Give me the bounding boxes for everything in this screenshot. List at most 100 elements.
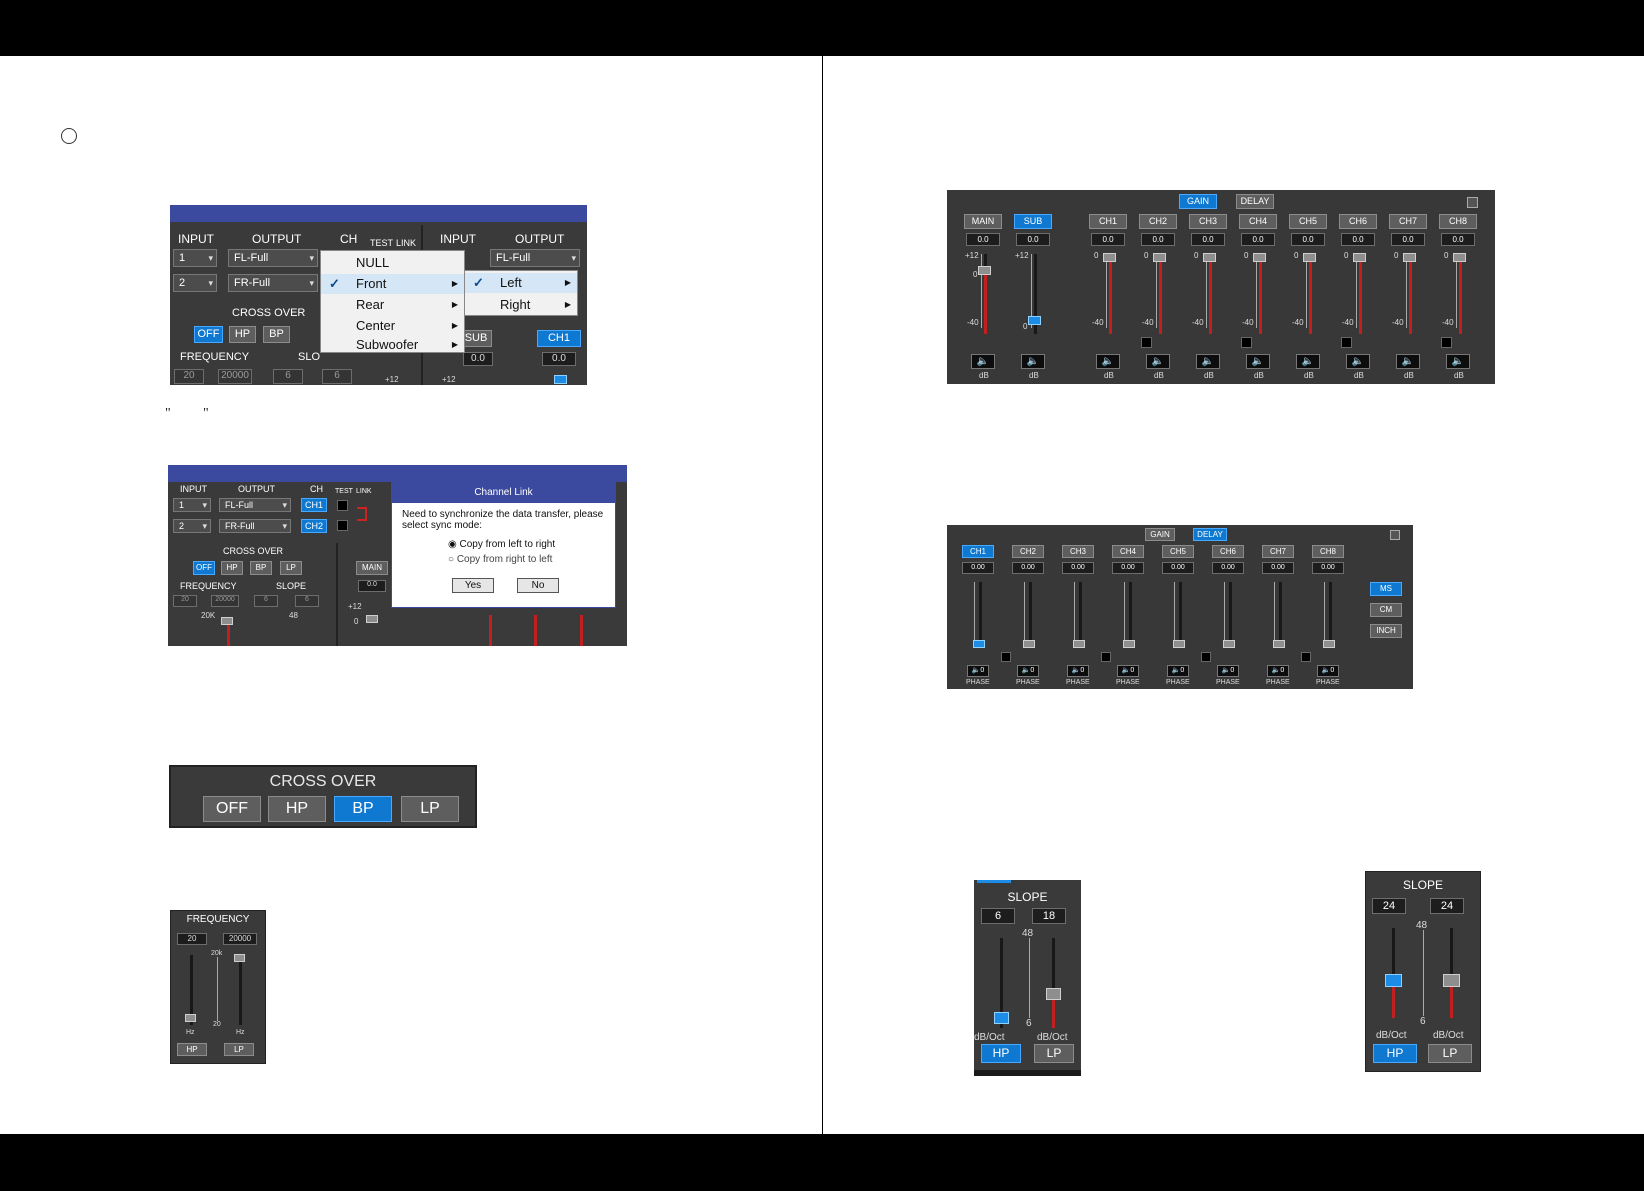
fig2-test-checkbox-2[interactable] — [337, 520, 348, 531]
speaker-icon[interactable]: 🔈 — [1296, 354, 1320, 369]
speaker-icon[interactable]: 🔈0 — [1217, 665, 1239, 677]
fig8-lp-slope-box[interactable]: 24 — [1430, 898, 1464, 914]
fig5-main-button[interactable]: MAIN — [964, 214, 1002, 229]
fig2-crossover-hp-button[interactable]: HP — [221, 561, 243, 575]
fig4-lp-button[interactable]: LP — [224, 1043, 254, 1056]
fig5-ch7-button[interactable]: CH7 — [1389, 214, 1427, 229]
fig6-link-square-3[interactable] — [1201, 652, 1211, 662]
fig5-ch2-value[interactable]: 0.0 — [1141, 233, 1175, 246]
fig5-main-value[interactable]: 0.0 — [966, 233, 1000, 246]
fig6-ch5-value[interactable]: 0.00 — [1162, 562, 1194, 574]
fig6-ch3-button[interactable]: CH3 — [1062, 545, 1094, 558]
fig1-slope-low-box[interactable]: 6 — [273, 369, 303, 384]
fig5-link-square-3[interactable] — [1341, 337, 1352, 348]
fig6-ch2-fader-thumb[interactable] — [1023, 640, 1035, 648]
speaker-icon[interactable]: 🔈 — [1021, 354, 1045, 369]
fig6-ch1-fader-track[interactable] — [979, 582, 982, 648]
fig5-sub-button[interactable]: SUB — [1014, 214, 1052, 229]
fig7-lp-button[interactable]: LP — [1034, 1044, 1074, 1063]
fig2-crossover-lp-button[interactable]: LP — [280, 561, 302, 575]
fig2-ch1-button[interactable]: CH1 — [301, 498, 327, 512]
fig1-ch1-fader-thumb[interactable] — [554, 375, 567, 384]
speaker-icon[interactable]: 🔈 — [1346, 354, 1370, 369]
fig6-ch2-fader-track[interactable] — [1029, 582, 1032, 648]
speaker-icon[interactable]: 🔈 — [1446, 354, 1470, 369]
fig8-lp-fader-thumb[interactable] — [1443, 974, 1460, 987]
fig1-freq-low-box[interactable]: 20 — [174, 369, 204, 384]
fig5-ch4-value[interactable]: 0.0 — [1241, 233, 1275, 246]
fig6-link-square-2[interactable] — [1101, 652, 1111, 662]
fig2-freq-high-box[interactable]: 20000 — [211, 595, 239, 607]
fig6-ch1-button[interactable]: CH1 — [962, 545, 994, 558]
fig5-ch1-value[interactable]: 0.0 — [1091, 233, 1125, 246]
fig1-output-select-2[interactable]: FR-Full — [228, 274, 318, 292]
menu-item-null[interactable]: NULL — [321, 253, 464, 273]
fig6-ch4-fader-track[interactable] — [1129, 582, 1132, 648]
fig6-link-square-4[interactable] — [1301, 652, 1311, 662]
radio-checked-icon[interactable]: ◉ — [448, 539, 460, 550]
fig5-ch5-value[interactable]: 0.0 — [1291, 233, 1325, 246]
speaker-icon[interactable]: 🔈0 — [1167, 665, 1189, 677]
fig6-link-square-1[interactable] — [1001, 652, 1011, 662]
fig4-low-fader-thumb[interactable] — [185, 1014, 196, 1022]
fig6-ch3-value[interactable]: 0.00 — [1062, 562, 1094, 574]
fig4-hp-button[interactable]: HP — [177, 1043, 207, 1056]
speaker-icon[interactable]: 🔈 — [1096, 354, 1120, 369]
fig7-hp-fader-thumb[interactable] — [994, 1012, 1009, 1024]
fig6-ch1-fader-thumb[interactable] — [973, 640, 985, 648]
fig6-ch2-value[interactable]: 0.00 — [1012, 562, 1044, 574]
fig6-ch3-fader-track[interactable] — [1079, 582, 1082, 648]
menu-item-front[interactable]: ✓ Front ▶ — [321, 274, 464, 294]
fig2-crossover-bp-button[interactable]: BP — [250, 561, 272, 575]
fig5-corner-square[interactable] — [1467, 197, 1478, 208]
fig8-hp-slope-box[interactable]: 24 — [1372, 898, 1406, 914]
fig6-ch4-value[interactable]: 0.00 — [1112, 562, 1144, 574]
dialog-yes-button[interactable]: Yes — [452, 578, 494, 593]
speaker-icon[interactable]: 🔈 — [971, 354, 995, 369]
fig6-delay-tab[interactable]: DELAY — [1193, 528, 1227, 541]
fig6-ch8-fader-track[interactable] — [1329, 582, 1332, 648]
fig5-ch1-button[interactable]: CH1 — [1089, 214, 1127, 229]
fig5-ch5-fader-thumb[interactable] — [1303, 253, 1316, 262]
fig4-high-freq-box[interactable]: 20000 — [223, 933, 257, 945]
menu-item-rear[interactable]: Rear ▶ — [321, 295, 464, 315]
fig3-bp-button[interactable]: BP — [334, 796, 392, 822]
fig5-ch2-fader-thumb[interactable] — [1153, 253, 1166, 262]
speaker-icon[interactable]: 🔈0 — [967, 665, 989, 677]
fig4-low-freq-box[interactable]: 20 — [177, 933, 207, 945]
fig1-ch1-value[interactable]: 0.0 — [542, 352, 576, 366]
fig2-freq-fader-thumb[interactable] — [221, 617, 233, 625]
fig5-link-square-2[interactable] — [1241, 337, 1252, 348]
fig1-freq-high-box[interactable]: 20000 — [218, 369, 252, 384]
fig2-output-select-1[interactable]: FL-Full — [219, 498, 291, 512]
fig6-ch1-value[interactable]: 0.00 — [962, 562, 994, 574]
fig1-slope-high-box[interactable]: 6 — [322, 369, 352, 384]
fig3-off-button[interactable]: OFF — [203, 796, 261, 822]
fig6-ch7-value[interactable]: 0.00 — [1262, 562, 1294, 574]
fig2-slope-low-box[interactable]: 6 — [254, 595, 278, 607]
fig5-ch4-button[interactable]: CH4 — [1239, 214, 1277, 229]
fig6-unit-inch-button[interactable]: INCH — [1370, 624, 1402, 638]
fig1-right-output-select[interactable]: FL-Full — [490, 249, 580, 267]
fig6-ch2-button[interactable]: CH2 — [1012, 545, 1044, 558]
fig6-ch7-button[interactable]: CH7 — [1262, 545, 1294, 558]
fig4-high-fader-track[interactable] — [239, 955, 242, 1025]
radio-unchecked-icon[interactable]: ○ — [448, 554, 457, 565]
fig5-ch6-button[interactable]: CH6 — [1339, 214, 1377, 229]
fig2-output-select-2[interactable]: FR-Full — [219, 519, 291, 533]
fig7-lp-slope-box[interactable]: 18 — [1032, 908, 1066, 924]
fig5-ch4-fader-thumb[interactable] — [1253, 253, 1266, 262]
fig5-ch6-value[interactable]: 0.0 — [1341, 233, 1375, 246]
fig1-crossover-bp-button[interactable]: BP — [263, 326, 290, 343]
fig5-ch6-fader-thumb[interactable] — [1353, 253, 1366, 262]
fig5-gain-tab[interactable]: GAIN — [1179, 194, 1217, 209]
fig5-ch8-value[interactable]: 0.0 — [1441, 233, 1475, 246]
fig5-main-fader-thumb[interactable] — [978, 266, 991, 275]
fig6-ch4-fader-thumb[interactable] — [1123, 640, 1135, 648]
fig3-hp-button[interactable]: HP — [268, 796, 326, 822]
menu-item-center[interactable]: Center ▶ — [321, 316, 464, 336]
fig5-sub-value[interactable]: 0.0 — [1016, 233, 1050, 246]
fig5-ch7-fader-thumb[interactable] — [1403, 253, 1416, 262]
fig2-input-select-2[interactable]: 2 — [173, 519, 211, 533]
speaker-icon[interactable]: 🔈 — [1396, 354, 1420, 369]
